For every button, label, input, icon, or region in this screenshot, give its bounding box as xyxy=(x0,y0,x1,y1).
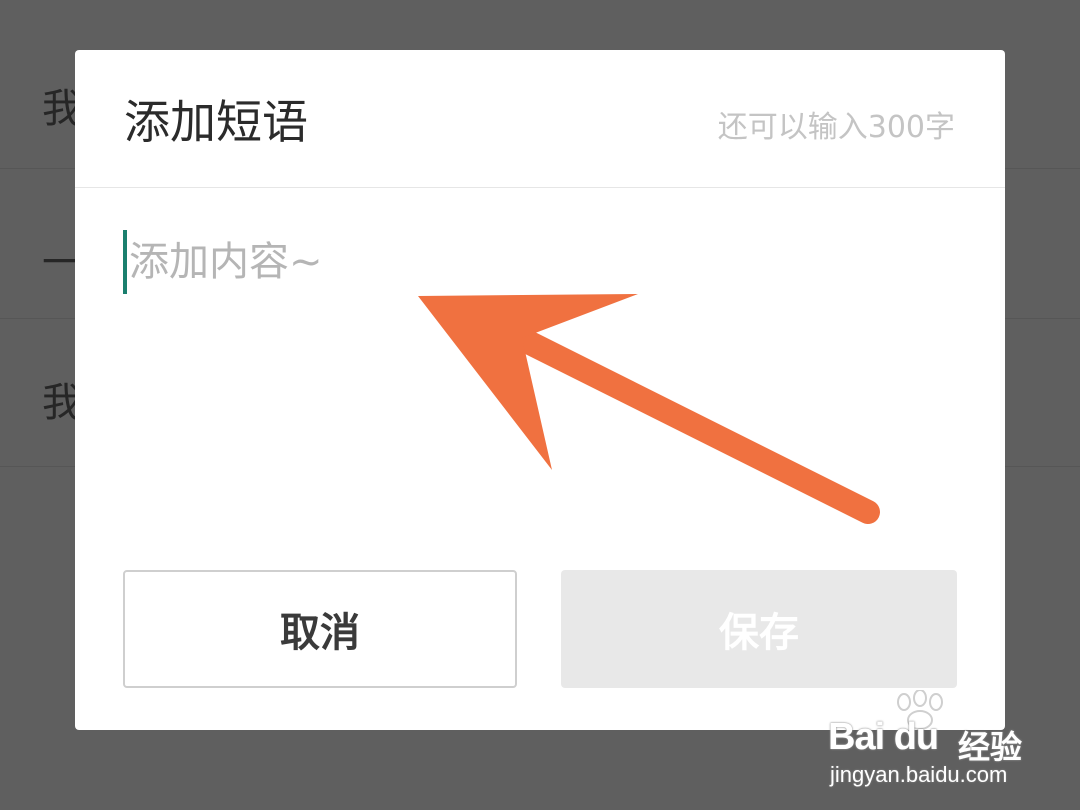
arrow-annotation xyxy=(418,294,880,524)
baidu-logo: Bai du xyxy=(828,716,939,758)
watermark-url: jingyan.baidu.com xyxy=(830,762,1008,787)
baidu-watermark: Bai du 经验 jingyan.baidu.com xyxy=(828,690,1038,790)
